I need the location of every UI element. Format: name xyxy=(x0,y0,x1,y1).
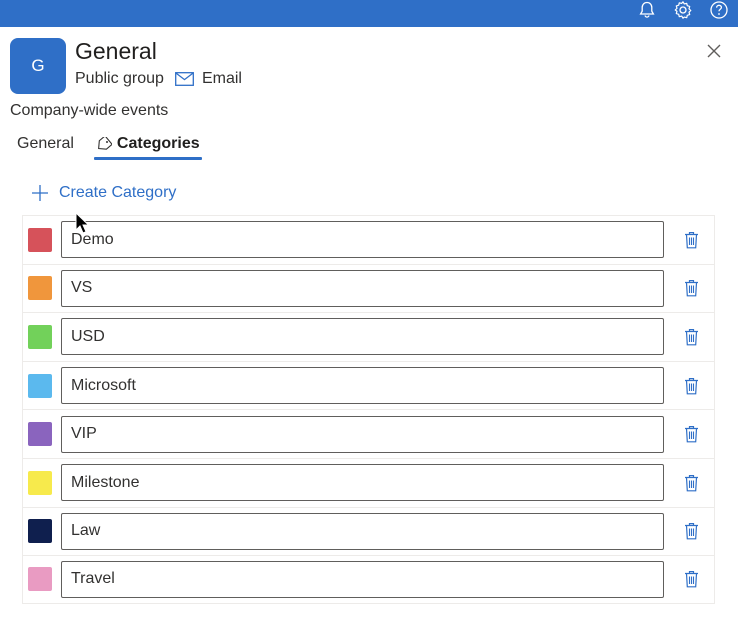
tab-label: General xyxy=(17,135,74,152)
trash-icon xyxy=(684,377,698,394)
category-name-input[interactable] xyxy=(61,221,664,259)
trash-icon xyxy=(684,280,698,297)
category-name-input[interactable] xyxy=(61,318,664,356)
top-app-bar xyxy=(0,0,738,27)
group-title: General xyxy=(75,38,157,64)
mail-icon xyxy=(175,72,194,86)
plus-icon xyxy=(32,185,48,201)
category-list xyxy=(22,215,715,604)
category-color-swatch[interactable] xyxy=(28,567,52,592)
category-color-swatch[interactable] xyxy=(28,373,52,398)
create-category-label: Create Category xyxy=(59,184,177,201)
category-row xyxy=(22,457,715,507)
tab-bar: General Categories xyxy=(17,130,202,160)
tab-categories[interactable]: Categories xyxy=(93,130,202,160)
category-row xyxy=(22,506,715,556)
trash-icon xyxy=(684,231,698,249)
delete-category-button[interactable] xyxy=(681,326,701,348)
category-color-swatch[interactable] xyxy=(28,422,52,447)
category-name-input[interactable] xyxy=(61,512,664,550)
category-row xyxy=(22,312,715,361)
trash-icon xyxy=(684,523,698,540)
trash-icon xyxy=(684,571,698,588)
category-name-input[interactable] xyxy=(61,415,664,453)
category-row xyxy=(22,215,715,264)
delete-category-button[interactable] xyxy=(681,520,701,542)
trash-icon xyxy=(684,328,698,346)
tag-icon xyxy=(96,137,112,151)
help-icon[interactable] xyxy=(708,0,730,20)
category-name-input[interactable] xyxy=(61,560,664,598)
category-color-swatch[interactable] xyxy=(28,276,52,301)
delete-category-button[interactable] xyxy=(681,375,701,397)
delete-category-button[interactable] xyxy=(681,472,701,494)
group-meta: Public group Email xyxy=(75,69,242,89)
category-color-swatch[interactable] xyxy=(28,227,52,252)
group-privacy: Public group xyxy=(75,70,164,87)
close-icon xyxy=(707,44,721,58)
trash-icon xyxy=(684,426,698,443)
category-row xyxy=(22,555,715,604)
category-name-input[interactable] xyxy=(61,269,664,307)
trash-icon xyxy=(684,474,698,492)
delete-category-button[interactable] xyxy=(681,568,701,590)
bell-icon[interactable] xyxy=(636,0,658,20)
category-row xyxy=(22,409,715,458)
email-label: Email xyxy=(201,70,242,87)
gear-icon[interactable] xyxy=(672,0,694,20)
delete-category-button[interactable] xyxy=(681,423,701,445)
avatar-initial: G xyxy=(31,56,45,75)
email-link[interactable]: Email xyxy=(175,70,242,88)
group-avatar: G xyxy=(10,38,66,94)
tab-general[interactable]: General xyxy=(17,130,74,158)
delete-category-button[interactable] xyxy=(681,229,701,251)
delete-category-button[interactable] xyxy=(681,277,701,299)
tab-label: Categories xyxy=(116,135,200,152)
group-description: Company-wide events xyxy=(10,102,169,119)
category-color-swatch[interactable] xyxy=(28,519,52,544)
category-color-swatch[interactable] xyxy=(28,324,52,349)
category-row xyxy=(22,360,715,410)
close-button[interactable] xyxy=(704,41,724,61)
category-name-input[interactable] xyxy=(61,464,664,502)
create-category-button[interactable]: Create Category xyxy=(31,181,176,205)
category-row xyxy=(22,263,715,313)
category-name-input[interactable] xyxy=(61,367,664,405)
category-color-swatch[interactable] xyxy=(28,470,52,495)
